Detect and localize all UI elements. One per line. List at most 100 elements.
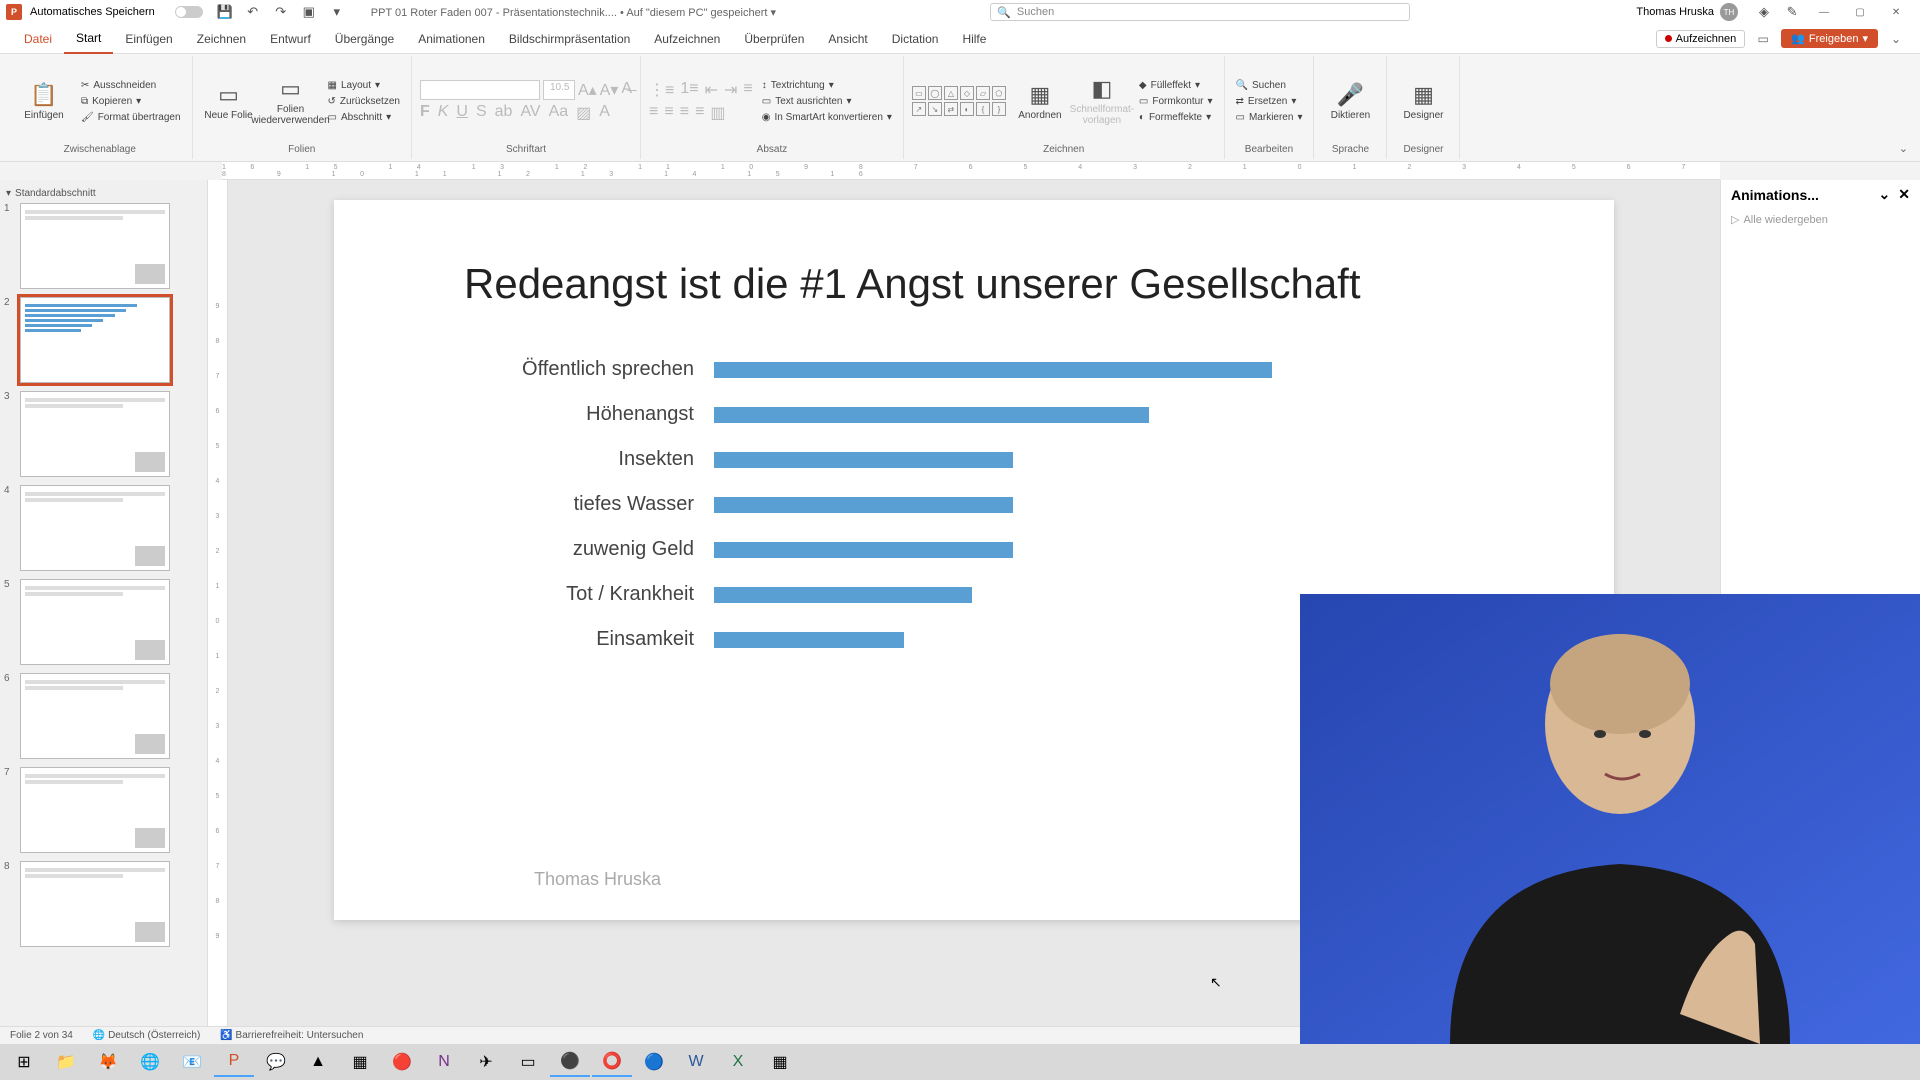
shadow-icon[interactable]: ab xyxy=(495,103,513,123)
tab-slideshow[interactable]: Bildschirmpräsentation xyxy=(497,24,642,54)
text-direction-button[interactable]: ↕Textrichtung ▾ xyxy=(759,79,895,92)
redo-icon[interactable]: ↷ xyxy=(273,4,289,20)
tab-transitions[interactable]: Übergänge xyxy=(323,24,406,54)
tab-start[interactable]: Start xyxy=(64,24,113,54)
line-spacing-icon[interactable]: ≡ xyxy=(743,80,752,100)
tab-design[interactable]: Entwurf xyxy=(258,24,323,54)
ribbon-expand-icon[interactable]: ⌄ xyxy=(1899,142,1908,155)
record-button[interactable]: Aufzeichnen xyxy=(1656,30,1746,48)
present-mode-icon[interactable]: ▭ xyxy=(1751,27,1775,51)
case-icon[interactable]: Aa xyxy=(549,103,569,123)
app-icon-2[interactable]: ▦ xyxy=(340,1047,380,1077)
quick-styles-button[interactable]: ◧Schnellformat-vorlagen xyxy=(1074,76,1130,126)
pen-icon[interactable]: ✎ xyxy=(1784,4,1800,20)
justify-icon[interactable]: ≡ xyxy=(695,103,704,123)
thumbnail-7[interactable]: 7 xyxy=(4,767,203,853)
present-icon[interactable]: ▣ xyxy=(301,4,317,20)
align-center-icon[interactable]: ≡ xyxy=(664,103,673,123)
find-button[interactable]: 🔍Suchen xyxy=(1233,79,1306,92)
increase-font-icon[interactable]: A▴ xyxy=(578,80,597,100)
tab-animations[interactable]: Animationen xyxy=(406,24,497,54)
chrome-icon[interactable]: 🌐 xyxy=(130,1047,170,1077)
obs-icon[interactable]: ⚫ xyxy=(550,1047,590,1077)
font-size-box[interactable]: 10.5 xyxy=(543,80,575,100)
tab-view[interactable]: Ansicht xyxy=(816,24,879,54)
tab-draw[interactable]: Zeichnen xyxy=(185,24,258,54)
thumbnail-4[interactable]: 4 xyxy=(4,485,203,571)
slide-author[interactable]: Thomas Hruska xyxy=(534,869,661,890)
shape-outline-button[interactable]: ▭Formkontur ▾ xyxy=(1136,95,1216,108)
decrease-font-icon[interactable]: A▾ xyxy=(600,80,619,100)
vlc-icon[interactable]: ▲ xyxy=(298,1047,338,1077)
align-text-button[interactable]: ▭Text ausrichten ▾ xyxy=(759,95,895,108)
clear-format-icon[interactable]: A̶ xyxy=(621,80,632,100)
autosave-toggle[interactable] xyxy=(175,6,203,18)
cut-button[interactable]: ✂Ausschneiden xyxy=(78,79,184,92)
thumbnail-2[interactable]: 2 xyxy=(4,297,203,383)
firefox-icon[interactable]: 🦊 xyxy=(88,1047,128,1077)
app-icon-4[interactable]: ▭ xyxy=(508,1047,548,1077)
anim-pane-collapse-icon[interactable]: ⌄ xyxy=(1879,186,1891,202)
thumbnail-6[interactable]: 6 xyxy=(4,673,203,759)
start-button[interactable]: ⊞ xyxy=(4,1047,44,1077)
shape-fill-button[interactable]: ◆Fülleffekt ▾ xyxy=(1136,79,1216,92)
arrange-button[interactable]: ▦Anordnen xyxy=(1012,82,1068,121)
save-icon[interactable]: 💾 xyxy=(217,4,233,20)
shape-effects-button[interactable]: ◐Formeffekte ▾ xyxy=(1136,111,1216,124)
dictate-button[interactable]: 🎤Diktieren xyxy=(1322,82,1378,121)
copy-button[interactable]: ⧉Kopieren ▾ xyxy=(78,95,184,108)
columns-icon[interactable]: ▥ xyxy=(710,103,725,123)
thumbnail-1[interactable]: 1 xyxy=(4,203,203,289)
select-button[interactable]: ▭Markieren ▾ xyxy=(1233,111,1306,124)
thumbnail-5[interactable]: 5 xyxy=(4,579,203,665)
onenote-icon[interactable]: N xyxy=(424,1047,464,1077)
share-button[interactable]: 👥 Freigeben ▾ xyxy=(1781,29,1878,48)
anim-pane-close-icon[interactable]: ✕ xyxy=(1898,186,1910,202)
align-left-icon[interactable]: ≡ xyxy=(649,103,658,123)
undo-icon[interactable]: ↶ xyxy=(245,4,261,20)
close-button[interactable]: ✕ xyxy=(1878,0,1914,24)
accessibility-checker[interactable]: ♿ Barrierefreiheit: Untersuchen xyxy=(220,1030,363,1041)
qat-more-icon[interactable]: ▾ xyxy=(329,4,345,20)
spacing-icon[interactable]: AV xyxy=(520,103,540,123)
shapes-gallery[interactable]: ▭◯△◇▱⬠ ↗↘⇄◐{} xyxy=(912,86,1006,116)
thumbnail-3[interactable]: 3 xyxy=(4,391,203,477)
tab-record[interactable]: Aufzeichnen xyxy=(642,24,732,54)
underline-icon[interactable]: U xyxy=(456,103,468,123)
app-icon-6[interactable]: 🔵 xyxy=(634,1047,674,1077)
strike-icon[interactable]: S xyxy=(476,103,487,123)
indent-right-icon[interactable]: ⇥ xyxy=(724,80,737,100)
play-all-button[interactable]: ▷Alle wiedergeben xyxy=(1721,209,1920,230)
app-icon-7[interactable]: ▦ xyxy=(760,1047,800,1077)
diamond-icon[interactable]: ◈ xyxy=(1756,4,1772,20)
outlook-icon[interactable]: 📧 xyxy=(172,1047,212,1077)
tab-review[interactable]: Überprüfen xyxy=(732,24,816,54)
tab-dictation[interactable]: Dictation xyxy=(880,24,951,54)
tab-help[interactable]: Hilfe xyxy=(950,24,998,54)
minimize-button[interactable]: — xyxy=(1806,0,1842,24)
reuse-slides-button[interactable]: ▭Folien wiederverwenden xyxy=(263,76,319,126)
app-icon-3[interactable]: 🔴 xyxy=(382,1047,422,1077)
slide-title[interactable]: Redeangst ist die #1 Angst unserer Gesel… xyxy=(464,260,1564,308)
section-button[interactable]: ▭Abschnitt ▾ xyxy=(325,111,403,124)
slide-counter[interactable]: Folie 2 von 34 xyxy=(10,1030,73,1041)
collapse-ribbon-icon[interactable]: ⌄ xyxy=(1884,27,1908,51)
indent-left-icon[interactable]: ⇤ xyxy=(705,80,718,100)
user-account[interactable]: Thomas HruskaTH xyxy=(1636,3,1738,21)
reset-button[interactable]: ↺Zurücksetzen xyxy=(325,95,403,108)
thumbnail-8[interactable]: 8 xyxy=(4,861,203,947)
app-icon-5[interactable]: ⭕ xyxy=(592,1047,632,1077)
new-slide-button[interactable]: ▭Neue Folie xyxy=(201,82,257,121)
file-explorer-icon[interactable]: 📁 xyxy=(46,1047,86,1077)
paste-button[interactable]: 📋Einfügen xyxy=(16,82,72,121)
layout-button[interactable]: ▦Layout ▾ xyxy=(325,79,403,92)
language-indicator[interactable]: 🌐 Deutsch (Österreich) xyxy=(93,1030,200,1041)
highlight-icon[interactable]: ▨ xyxy=(576,103,591,123)
app-icon-1[interactable]: 💬 xyxy=(256,1047,296,1077)
search-box[interactable]: 🔍Suchen xyxy=(990,3,1410,21)
excel-icon[interactable]: X xyxy=(718,1047,758,1077)
designer-button[interactable]: ▦Designer xyxy=(1395,82,1451,121)
tab-insert[interactable]: Einfügen xyxy=(113,24,184,54)
maximize-button[interactable]: ▢ xyxy=(1842,0,1878,24)
telegram-icon[interactable]: ✈ xyxy=(466,1047,506,1077)
